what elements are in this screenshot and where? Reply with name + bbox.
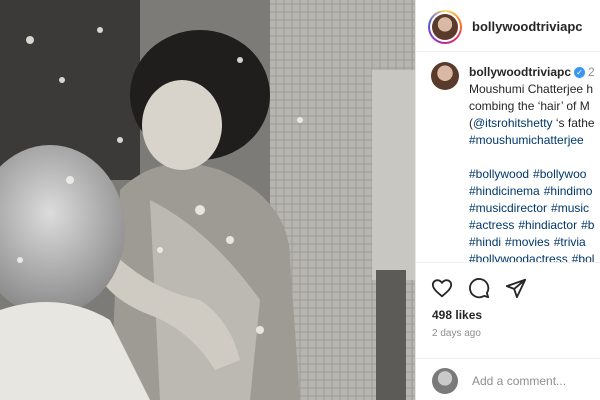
mention-link[interactable]: @itsrohitshetty	[473, 116, 553, 130]
share-icon[interactable]	[505, 277, 527, 299]
hashtag-link[interactable]: #music	[551, 201, 589, 215]
verified-badge-icon: ✓	[574, 67, 586, 78]
caption-hashtag-link[interactable]: #moushumichatterjee	[469, 132, 600, 149]
heart-icon[interactable]	[431, 277, 453, 299]
hashtag-link[interactable]: #movies	[505, 235, 550, 249]
story-ring-avatar[interactable]	[428, 10, 462, 44]
post-photo[interactable]	[0, 0, 415, 400]
comment-icon[interactable]	[468, 277, 490, 299]
hashtag-link[interactable]: #b	[581, 218, 594, 232]
comment-bar	[416, 358, 600, 400]
hashtag-link[interactable]: #trivia	[554, 235, 586, 249]
hashtag-link[interactable]: #bollywoodactress	[469, 252, 568, 262]
share-icon-glyph	[505, 278, 527, 299]
hashtag-link[interactable]: #bol	[572, 252, 595, 262]
hashtag-row: #bollywoodactress #bol	[469, 251, 600, 262]
caption-line-4: (@itsrohitshetty ‘s fathe	[469, 115, 600, 132]
post-header: bollywoodtriviapc	[416, 0, 600, 52]
hashtag-link[interactable]: #bollywoo	[533, 167, 586, 181]
hashtag-link[interactable]: #hindimo	[544, 184, 593, 198]
caption-text: bollywoodtriviapc ✓ 2 Moushumi Chatterjee …	[469, 64, 600, 262]
heart-icon-glyph	[431, 279, 453, 298]
caption-line-1: bollywoodtriviapc ✓ 2	[469, 64, 600, 81]
comment-avatar	[432, 368, 458, 394]
hashtag-link[interactable]: #hindiactor	[518, 218, 577, 232]
caption-username[interactable]: bollywoodtriviapc	[469, 65, 571, 79]
post-age: 2	[588, 65, 595, 79]
hashtag-row: #hindicinema #hindimo	[469, 183, 600, 200]
hashtag-row: #hindi #movies #trivia	[469, 234, 600, 251]
post-timestamp[interactable]: 2 days ago	[432, 328, 481, 339]
hashtag-link[interactable]: #musicdirector	[469, 201, 547, 215]
hashtag-row: #musicdirector #music	[469, 200, 600, 217]
caption-line-2: Moushumi Chatterjee h	[469, 82, 594, 96]
action-bar: 498 likes 2 days ago	[416, 262, 600, 400]
avatar-frame	[430, 12, 460, 42]
hashtag-link[interactable]: #actress	[469, 218, 514, 232]
caption-line-3: combing the ‘hair’ of M	[469, 99, 590, 113]
comment-input[interactable]	[472, 371, 597, 391]
post-sidebar: bollywoodtriviapc bollywoodtriviapc ✓ 2 Mo…	[415, 0, 600, 400]
caption-area: bollywoodtriviapc ✓ 2 Moushumi Chatterjee …	[416, 52, 600, 262]
post-photo-image	[0, 0, 415, 400]
likes-count[interactable]: 498 likes	[432, 308, 482, 322]
caption-avatar[interactable]	[431, 62, 459, 90]
hashtag-link[interactable]: #hindi	[469, 235, 501, 249]
comment-icon-glyph	[469, 278, 490, 299]
hashtag-block: #bollywood #bollywoo #hindicinema #hindimo…	[469, 166, 600, 262]
hashtag-row: #bollywood #bollywoo	[469, 166, 600, 183]
hashtag-row: #actress #hindiactor #b	[469, 217, 600, 234]
hashtag-link[interactable]: #bollywood	[469, 167, 529, 181]
header-username[interactable]: bollywoodtriviapc	[472, 19, 583, 34]
mention-suffix: ‘s fathe	[552, 116, 595, 130]
avatar	[432, 14, 458, 40]
hashtag-link[interactable]: #hindicinema	[469, 184, 540, 198]
